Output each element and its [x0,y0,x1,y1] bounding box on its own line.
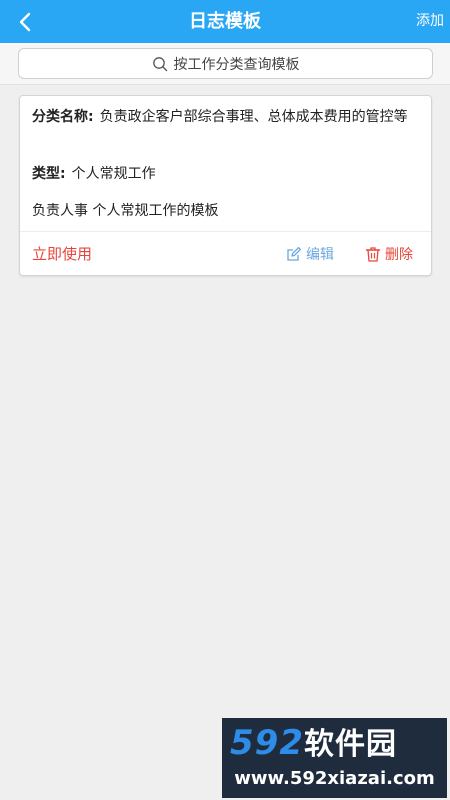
category-value: 负责政企客户部综合事理、总体成本费用的管控等 [99,109,408,125]
type-value: 个人常规工作 [71,166,156,182]
watermark-logo: 592软件园 www.592xiazai.com [222,718,447,798]
add-button[interactable]: 添加 [416,0,444,43]
edit-button[interactable]: 编辑 [286,232,334,276]
chevron-left-icon [19,12,31,31]
page-title: 日志模板 [189,11,261,32]
type-label: 类型: [32,166,66,182]
template-card: 分类名称: 负责政企客户部综合事理、总体成本费用的管控等 类型: 个人常规工作 负… [19,95,432,276]
search-bar: 按工作分类查询模板 [0,43,450,85]
back-button[interactable] [10,0,40,43]
app-header: 日志模板 添加 [0,0,450,43]
watermark-brand: 592软件园 [230,724,397,764]
delete-button[interactable]: 删除 [365,232,413,276]
edit-icon [287,246,302,261]
edit-label: 编辑 [306,247,334,263]
use-now-button[interactable]: 立即使用 [32,232,92,276]
search-input[interactable]: 按工作分类查询模板 [18,48,433,79]
watermark-digits: 592 [230,723,304,763]
category-label: 分类名称: [32,109,94,125]
search-placeholder: 按工作分类查询模板 [173,56,300,73]
delete-label: 删除 [385,247,413,263]
template-description: 负责人事 个人常规工作的模板 [32,203,219,219]
type-row: 类型: 个人常规工作 [32,164,156,184]
watermark-url: www.592xiazai.com [234,768,435,789]
search-icon [152,56,167,71]
watermark-brand-text: 软件园 [303,727,397,762]
trash-icon [365,247,381,262]
card-actions: 立即使用 编辑 删除 [20,232,431,276]
category-row: 分类名称: 负责政企客户部综合事理、总体成本费用的管控等 [32,107,421,127]
